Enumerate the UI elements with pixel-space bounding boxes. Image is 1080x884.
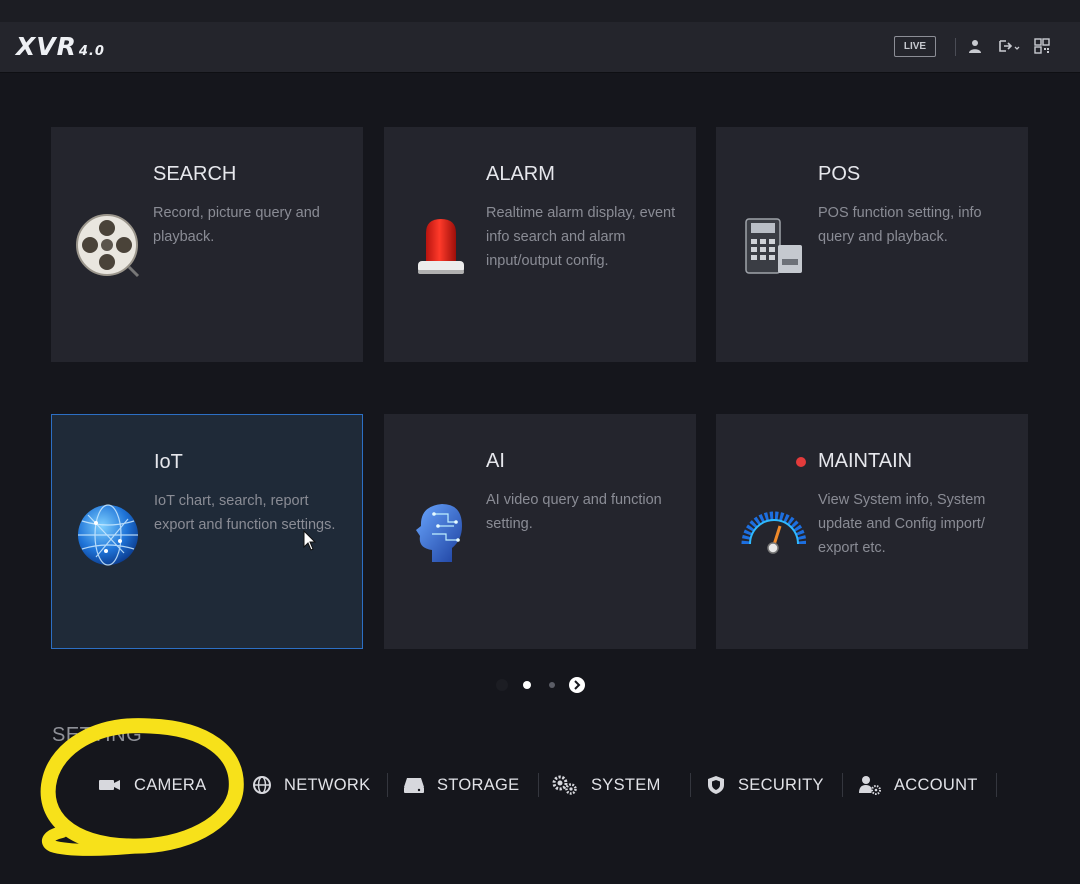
card-description: POS function setting, info query and pla… xyxy=(818,205,982,245)
setting-system[interactable]: SYSTEM xyxy=(551,764,661,806)
setting-label: STORAGE xyxy=(437,775,520,794)
card-maintain[interactable]: MAINTAIN View System info, System update… xyxy=(716,414,1028,649)
card-description: AI video query and function setting. xyxy=(486,492,662,532)
account-gear-icon xyxy=(859,776,881,795)
setting-divider xyxy=(690,773,691,797)
card-description: IoT chart, search, report export and fun… xyxy=(154,493,336,533)
setting-label: ACCOUNT xyxy=(894,775,978,794)
film-reel-icon xyxy=(76,214,140,278)
settings-section-label: SETTING xyxy=(52,724,143,746)
setting-storage[interactable]: STORAGE xyxy=(403,764,519,806)
card-title: ALARM xyxy=(486,163,555,185)
alarm-siren-icon xyxy=(418,219,464,274)
xvr-logo: XVR 4.0 xyxy=(16,32,105,61)
page-dot-2-active[interactable] xyxy=(523,681,531,689)
mouse-cursor-icon xyxy=(303,530,317,551)
setting-security[interactable]: SECURITY xyxy=(706,764,824,806)
card-search[interactable]: SEARCH Record, picture query and playbac… xyxy=(51,127,363,362)
setting-label: NETWORK xyxy=(284,775,371,794)
qr-code-icon[interactable] xyxy=(1034,38,1050,54)
camera-icon xyxy=(99,780,120,790)
settings-bar: CAMERA NETWORK STORAGE SYSTEM SECURITY A… xyxy=(0,764,1080,806)
setting-network[interactable]: NETWORK xyxy=(252,764,370,806)
setting-divider xyxy=(842,773,843,797)
notification-badge xyxy=(796,457,806,467)
live-button[interactable]: LIVE xyxy=(894,36,936,57)
card-title: AI xyxy=(486,450,505,472)
setting-divider xyxy=(387,773,388,797)
page-dot-3[interactable] xyxy=(549,682,555,688)
next-page-icon[interactable] xyxy=(569,677,585,693)
setting-divider xyxy=(996,773,997,797)
hard-drive-icon xyxy=(404,778,424,793)
setting-label: SECURITY xyxy=(738,775,824,794)
pos-terminal-icon xyxy=(745,218,802,274)
logout-icon[interactable] xyxy=(998,38,1022,54)
header-divider xyxy=(955,38,956,56)
card-description: Realtime alarm display, event info searc… xyxy=(486,205,676,269)
page-dot-1[interactable] xyxy=(496,679,508,691)
card-title: IoT xyxy=(154,451,183,473)
card-title: MAINTAIN xyxy=(818,450,913,472)
gears-icon xyxy=(552,775,577,795)
card-ai[interactable]: AI AI video query and function setting. xyxy=(384,414,696,649)
card-description: View System info, System update and Conf… xyxy=(818,492,986,556)
user-icon[interactable] xyxy=(967,38,983,54)
card-pos[interactable]: POS POS function setting, info query and… xyxy=(716,127,1028,362)
setting-divider xyxy=(538,773,539,797)
page-indicator xyxy=(490,676,590,694)
ai-head-icon xyxy=(416,504,462,562)
network-globe-icon xyxy=(253,776,271,794)
shield-icon xyxy=(708,776,724,794)
card-description: Record, picture query and playback. xyxy=(153,205,320,245)
globe-icon xyxy=(78,504,138,566)
top-strip xyxy=(0,0,1080,22)
card-title: POS xyxy=(818,163,861,185)
card-alarm[interactable]: ALARM Realtime alarm display, event info… xyxy=(384,127,696,362)
setting-label: CAMERA xyxy=(134,775,207,794)
gauge-icon xyxy=(741,511,806,554)
setting-account[interactable]: ACCOUNT xyxy=(858,764,978,806)
header-bar: XVR 4.0 LIVE xyxy=(0,22,1080,73)
setting-label: SYSTEM xyxy=(591,775,661,794)
card-title: SEARCH xyxy=(153,163,237,185)
setting-camera[interactable]: CAMERA xyxy=(98,764,206,806)
